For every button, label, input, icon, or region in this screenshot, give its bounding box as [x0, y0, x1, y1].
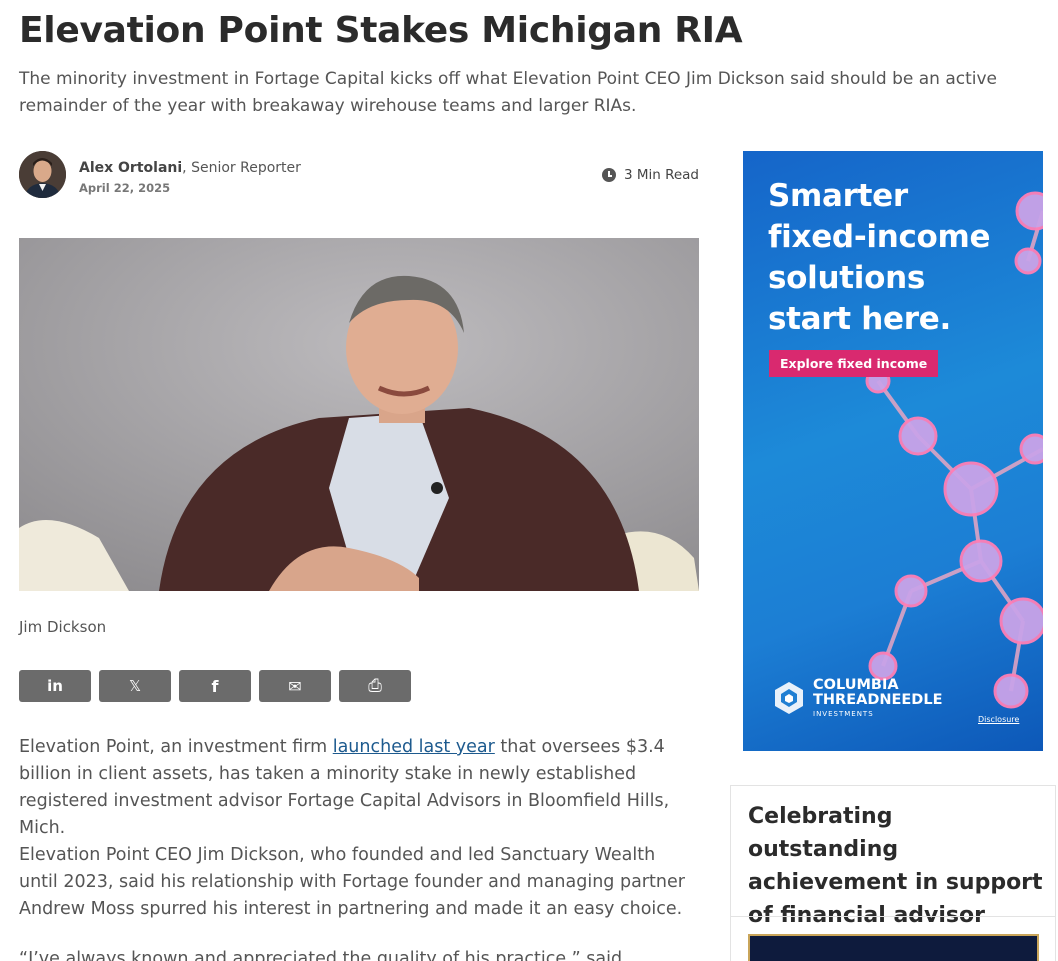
article-subtitle: The minority investment in Fortage Capit…	[19, 69, 997, 116]
clock-icon	[601, 168, 616, 182]
paragraph-text: Elevation Point, an investment firm	[19, 737, 333, 757]
ad-headline-line: solutions	[768, 260, 926, 296]
hero-image	[19, 238, 699, 591]
author-line: Alex Ortolani, Senior Reporter	[79, 160, 301, 176]
article-paragraph: “I’ve always known and appreciated the q…	[19, 949, 623, 961]
ad-headline-line: fixed-income	[768, 219, 991, 255]
print-button[interactable]: ⎙	[339, 670, 411, 702]
image-caption: Jim Dickson	[19, 618, 107, 636]
share-email-button[interactable]: ✉	[259, 670, 331, 702]
brand-name-line3: INVESTMENTS	[813, 710, 874, 718]
ad-headline-line: Smarter	[768, 178, 908, 214]
share-x-button[interactable]: 𝕏	[99, 670, 171, 702]
article-paragraph: Elevation Point CEO Jim Dickson, who fou…	[19, 845, 685, 919]
byline: Alex Ortolani, Senior Reporter April 22,…	[19, 151, 699, 201]
facebook-icon: f	[211, 676, 219, 696]
publish-date: April 22, 2025	[79, 181, 171, 195]
ad-disclosure-link[interactable]: Disclosure	[978, 715, 1019, 724]
brand-name-line2: THREADNEEDLE	[813, 692, 943, 708]
author-role: , Senior Reporter	[182, 160, 301, 176]
share-linkedin-button[interactable]: in	[19, 670, 91, 702]
read-time: 3 Min Read	[601, 167, 699, 183]
sidebar-card-image[interactable]	[748, 934, 1039, 961]
columbia-threadneedle-logo[interactable]: COLUMBIA THREADNEEDLE INVESTMENTS	[771, 678, 942, 718]
print-icon: ⎙	[368, 676, 382, 696]
email-icon: ✉	[288, 676, 302, 696]
author-avatar[interactable]	[19, 151, 66, 198]
author-name[interactable]: Alex Ortolani	[79, 160, 182, 176]
article-paragraph: Elevation Point, an investment firm laun…	[19, 734, 699, 842]
launched-last-year-link[interactable]: launched last year	[333, 737, 495, 757]
share-bar: in 𝕏 f ✉ ⎙	[19, 670, 411, 702]
article-title: Elevation Point Stakes Michigan RIA	[19, 10, 743, 51]
ad-headline-line: start here.	[768, 301, 951, 337]
card-divider	[731, 916, 1055, 917]
brand-logo-icon	[775, 682, 803, 714]
ad-headline: Smarter fixed-income solutions start her…	[768, 176, 991, 340]
share-facebook-button[interactable]: f	[179, 670, 251, 702]
read-time-label: 3 Min Read	[623, 167, 699, 183]
x-icon: 𝕏	[128, 677, 142, 695]
sidebar-promo-card[interactable]: Celebrating outstanding achievement in s…	[730, 785, 1056, 961]
advertisement[interactable]: Smarter fixed-income solutions start her…	[743, 151, 1043, 751]
explore-fixed-income-button[interactable]: Explore fixed income	[769, 350, 939, 377]
brand-name-line1: COLUMBIA	[813, 677, 899, 693]
linkedin-icon: in	[47, 677, 63, 695]
